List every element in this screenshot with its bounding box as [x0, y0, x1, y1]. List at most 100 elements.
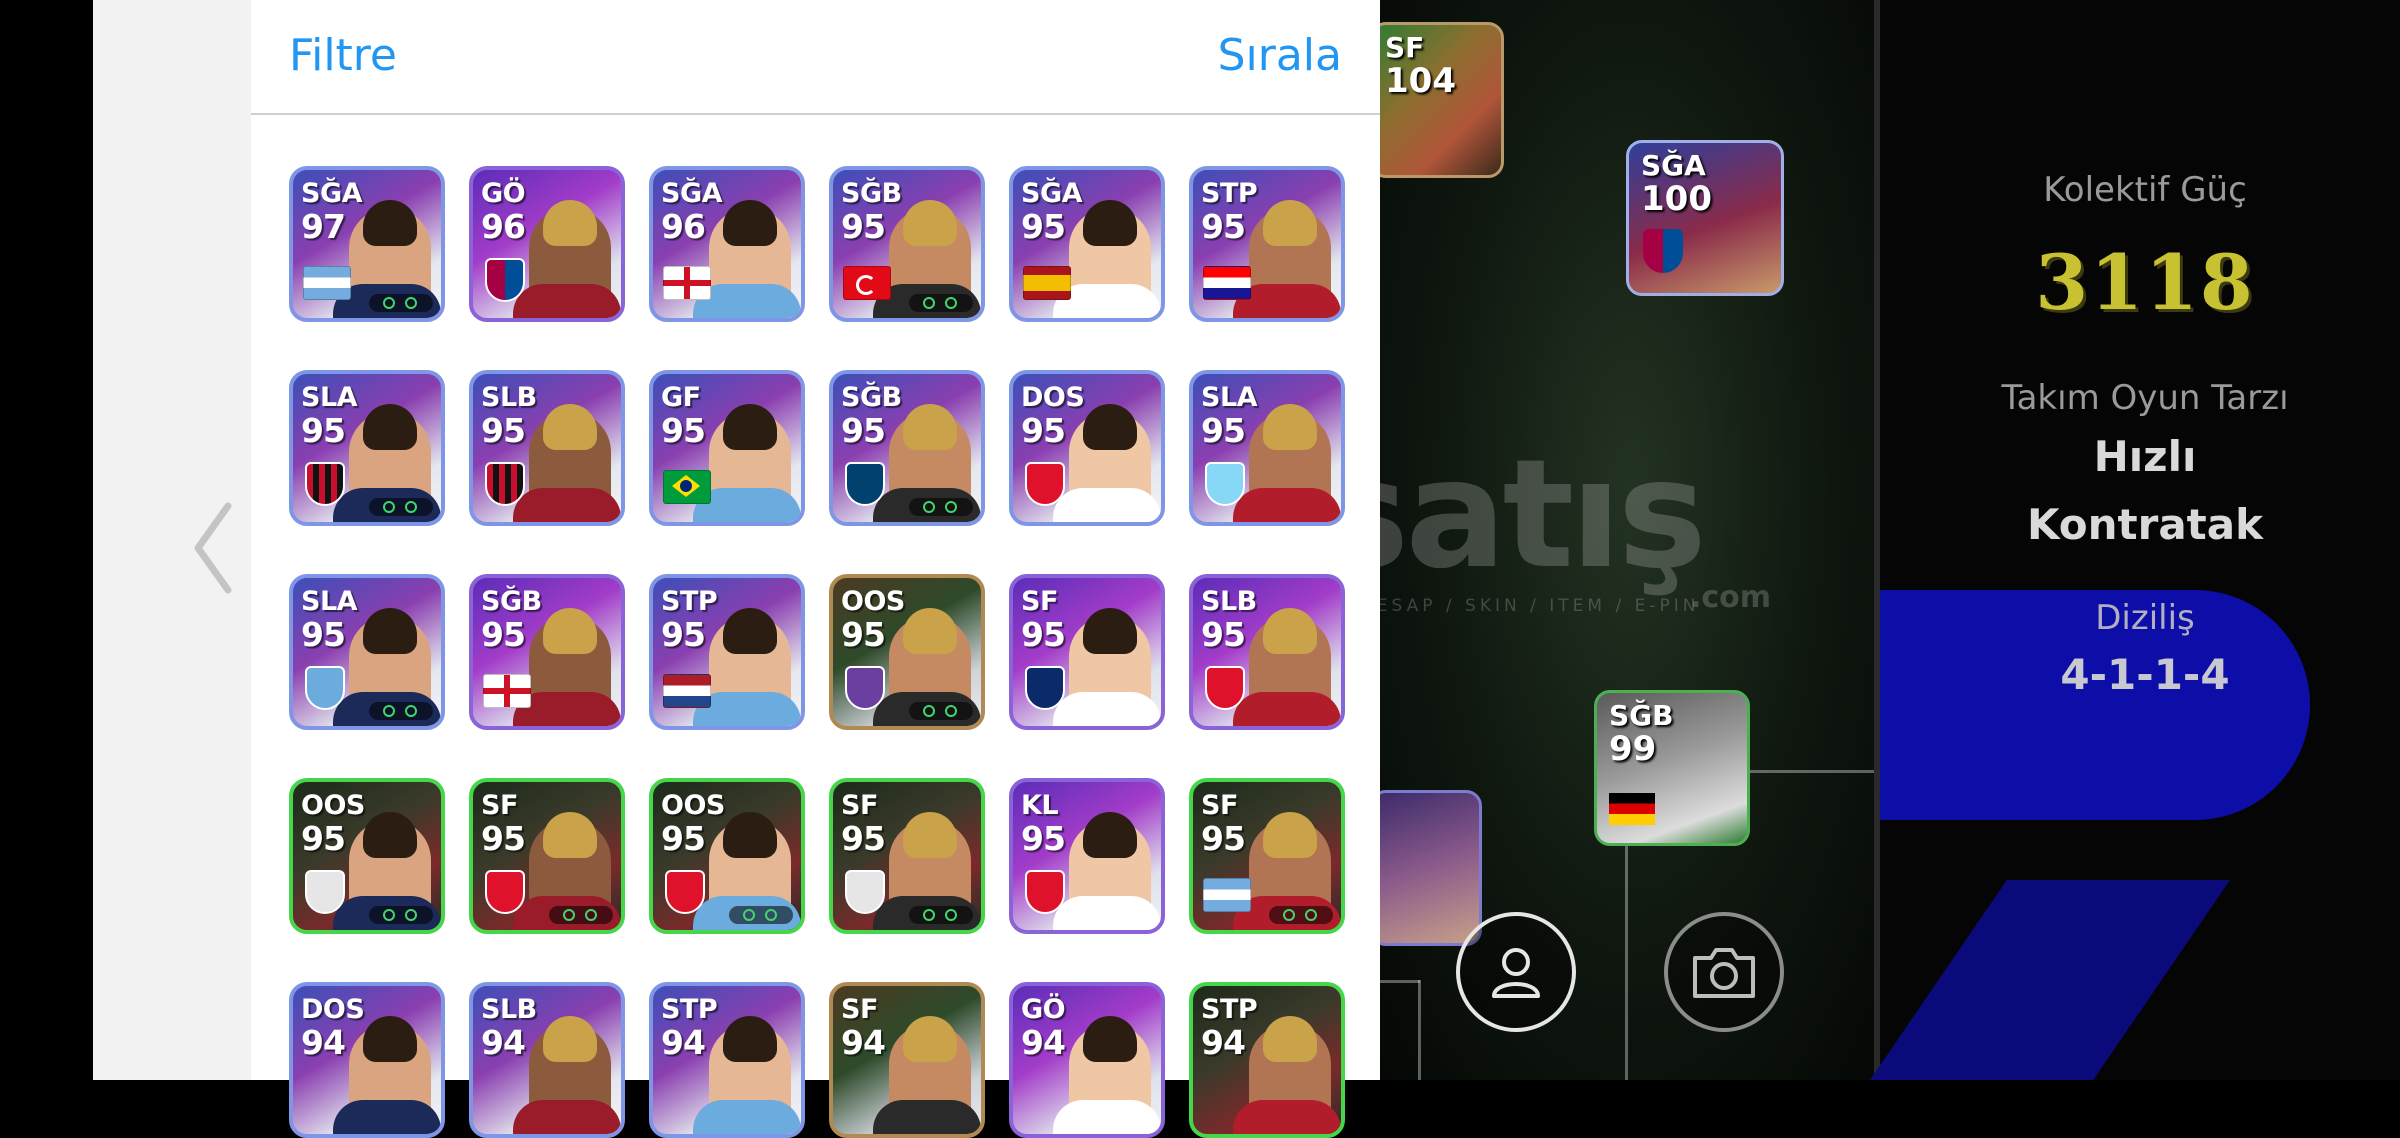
club-badge-icon — [1643, 229, 1683, 273]
flag-croatia-icon — [1203, 266, 1251, 300]
rating-label: 95 — [301, 819, 346, 858]
pitch-player-card[interactable]: SF 104 — [1370, 22, 1504, 178]
player-card[interactable]: STP 94 — [1189, 982, 1345, 1138]
chevron-left-icon[interactable] — [190, 500, 234, 596]
player-card[interactable]: SF 94 — [829, 982, 985, 1138]
formation-value: 4-1-1-4 — [2060, 650, 2230, 699]
pitch-player-card[interactable] — [1370, 790, 1482, 946]
position-label: OOS — [301, 790, 365, 821]
watermark: satış HESAP / SKIN / ITEM / E-PIN .com — [1320, 440, 1840, 640]
position-label: STP — [1201, 994, 1258, 1025]
club-red-badge-icon — [665, 870, 705, 914]
player-card[interactable]: SLB 95 — [1189, 574, 1345, 730]
pitch-line — [1418, 980, 1421, 1080]
skill-indicator-icon — [369, 294, 433, 312]
rating-label: 95 — [481, 411, 526, 450]
rating-label: 95 — [841, 819, 886, 858]
player-jersey — [1053, 692, 1161, 726]
player-card[interactable]: KL 95 — [1009, 778, 1165, 934]
player-jersey — [873, 1100, 981, 1134]
position-label: STP — [1201, 178, 1258, 209]
club-red-badge-icon — [485, 870, 525, 914]
player-card[interactable]: SĞA 95 — [1009, 166, 1165, 322]
player-card[interactable]: GÖ 94 — [1009, 982, 1165, 1138]
skill-indicator-icon — [549, 906, 613, 924]
position-label: SF — [1385, 31, 1425, 64]
position-label: SĞB — [481, 586, 542, 617]
position-label: SĞB — [841, 382, 902, 413]
player-jersey — [1053, 1100, 1161, 1134]
club-red-badge-icon — [1205, 666, 1245, 710]
player-card[interactable]: SF 95 — [829, 778, 985, 934]
player-jersey — [1053, 488, 1161, 522]
skill-indicator-icon — [909, 294, 973, 312]
club-red-badge-icon — [1025, 462, 1065, 506]
player-card[interactable]: SĞA 97 — [289, 166, 445, 322]
rating-label: 94 — [481, 1023, 526, 1062]
player-card[interactable]: SĞB 95 — [829, 370, 985, 526]
player-card[interactable]: OOS 95 — [649, 778, 805, 934]
player-card[interactable]: SLB 95 — [469, 370, 625, 526]
rating-label: 95 — [481, 615, 526, 654]
player-card[interactable]: SLA 95 — [1189, 370, 1345, 526]
skill-indicator-icon — [909, 906, 973, 924]
pitch-player-card[interactable]: SĞA 100 — [1626, 140, 1784, 296]
rating-label: 95 — [1021, 819, 1066, 858]
club-barcelona-badge-icon — [485, 258, 525, 302]
rating-label: 94 — [841, 1023, 886, 1062]
rating-label: 95 — [481, 819, 526, 858]
modal-header: Filtre Sırala — [251, 0, 1380, 115]
watermark-text: satış — [1320, 428, 1707, 602]
player-card[interactable]: GF 95 — [649, 370, 805, 526]
position-label: SĞA — [1641, 149, 1706, 182]
position-label: SĞB — [1609, 699, 1674, 732]
skill-indicator-icon — [909, 702, 973, 720]
player-card[interactable]: GÖ 96 — [469, 166, 625, 322]
player-card[interactable]: STP 95 — [1189, 166, 1345, 322]
player-jersey — [1233, 1100, 1341, 1134]
player-card[interactable]: STP 94 — [649, 982, 805, 1138]
player-card[interactable]: SF 95 — [1189, 778, 1345, 934]
player-card[interactable]: DOS 95 — [1009, 370, 1165, 526]
skill-indicator-icon — [369, 906, 433, 924]
filter-button[interactable]: Filtre — [289, 30, 397, 81]
player-card[interactable]: SF 95 — [469, 778, 625, 934]
skill-indicator-icon — [729, 906, 793, 924]
player-card[interactable]: STP 95 — [649, 574, 805, 730]
skill-indicator-icon — [369, 702, 433, 720]
player-card[interactable]: SF 95 — [1009, 574, 1165, 730]
player-card[interactable]: SLA 95 — [289, 370, 445, 526]
rating-label: 94 — [1201, 1023, 1246, 1062]
player-card[interactable]: OOS 95 — [829, 574, 985, 730]
rating-label: 95 — [661, 819, 706, 858]
rating-label: 95 — [1021, 411, 1066, 450]
flag-argentina-icon — [303, 266, 351, 300]
rating-label: 104 — [1385, 61, 1456, 101]
position-label: SLA — [301, 382, 358, 413]
playstyle-value-line2: Kontratak — [2026, 500, 2264, 549]
player-jersey — [513, 1100, 621, 1134]
screenshot-button[interactable] — [1664, 912, 1784, 1032]
player-card[interactable]: SLA 95 — [289, 574, 445, 730]
playstyle-label: Takım Oyun Tarzı — [2001, 378, 2289, 418]
sort-button[interactable]: Sırala — [1218, 30, 1342, 81]
rating-label: 94 — [661, 1023, 706, 1062]
player-card[interactable]: OOS 95 — [289, 778, 445, 934]
player-card[interactable]: SĞB 95 — [469, 574, 625, 730]
skill-indicator-icon — [909, 498, 973, 516]
player-card[interactable]: SĞB 95 — [829, 166, 985, 322]
skill-indicator-icon — [1269, 906, 1333, 924]
formation-label: Diziliş — [2095, 598, 2195, 638]
player-card[interactable]: SLB 94 — [469, 982, 625, 1138]
player-profile-button[interactable] — [1456, 912, 1576, 1032]
rating-label: 95 — [841, 411, 886, 450]
pitch-player-card[interactable]: SĞB 99 — [1594, 690, 1750, 846]
flag-turkey-icon — [843, 266, 891, 300]
watermark-suffix: .com — [1690, 580, 1772, 615]
player-card[interactable]: SĞA 96 — [649, 166, 805, 322]
player-card[interactable]: DOS 94 — [289, 982, 445, 1138]
player-jersey — [1233, 692, 1341, 726]
club-inter-badge-icon — [1025, 666, 1065, 710]
team-power-label: Kolektif Güç — [2043, 170, 2247, 210]
rating-label: 95 — [301, 411, 346, 450]
